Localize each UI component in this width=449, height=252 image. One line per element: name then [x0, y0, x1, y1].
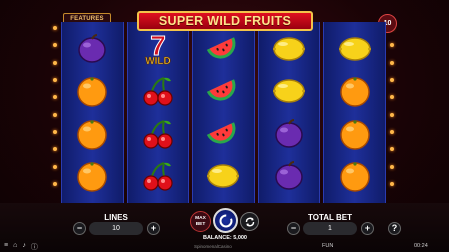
- cherries-icon: [138, 114, 178, 154]
- left-light-strip: [53, 26, 59, 186]
- game-title: SUPER WILD FRUITS: [137, 11, 313, 31]
- light-bulb: [390, 95, 394, 100]
- help-button[interactable]: ?: [388, 222, 401, 235]
- right-light-strip: [390, 26, 396, 186]
- info-icon[interactable]: ⓘ: [31, 242, 38, 252]
- plum-icon: [269, 114, 309, 154]
- spin-icon: [219, 214, 232, 227]
- light-bulb: [53, 60, 57, 65]
- orange-icon: [335, 156, 375, 196]
- cherries-icon: [138, 71, 178, 111]
- plum-icon: [269, 156, 309, 196]
- lines-decrease-button[interactable]: −: [73, 222, 86, 235]
- orange-icon: [72, 156, 112, 196]
- lines-increase-button[interactable]: +: [147, 222, 160, 235]
- light-bulb: [53, 112, 57, 117]
- footer-icons: ≡ ⌂ ♪ ⓘ: [4, 242, 38, 252]
- reel-3: [192, 22, 255, 203]
- light-bulb: [390, 112, 394, 117]
- clock-text: 00:24: [414, 243, 428, 249]
- plum-icon: [72, 29, 112, 69]
- light-bulb: [53, 147, 57, 152]
- reel-4: [257, 22, 321, 203]
- light-bulb: [390, 181, 394, 186]
- light-bulb: [390, 129, 394, 134]
- brand-text: SpinomenalCasino: [194, 244, 232, 249]
- lemon-icon: [335, 29, 375, 69]
- bet-decrease-button[interactable]: −: [287, 222, 300, 235]
- lemon-icon: [203, 156, 243, 196]
- seven-wild-icon: 7 WILD: [138, 29, 178, 69]
- light-bulb: [53, 26, 57, 30]
- light-bulb: [53, 95, 57, 100]
- light-bulb: [53, 77, 57, 82]
- autoplay-button[interactable]: [240, 212, 259, 231]
- light-bulb: [390, 164, 394, 169]
- orange-icon: [335, 114, 375, 154]
- reel-2: 7 WILD: [126, 22, 190, 203]
- sound-icon[interactable]: ♪: [22, 242, 26, 252]
- menu-icon[interactable]: ≡: [4, 242, 8, 252]
- light-bulb: [390, 147, 394, 152]
- spin-button[interactable]: [213, 208, 238, 233]
- light-bulb: [53, 164, 57, 169]
- reel-1: [61, 22, 124, 203]
- lines-label: LINES: [104, 213, 128, 222]
- lemon-icon: [269, 29, 309, 69]
- balance-text: BALANCE: 5,000: [202, 235, 247, 241]
- light-bulb: [390, 77, 394, 82]
- light-bulb: [390, 43, 394, 48]
- home-icon[interactable]: ⌂: [13, 242, 17, 252]
- total-bet-label: TOTAL BET: [308, 213, 352, 222]
- light-bulb: [53, 43, 57, 48]
- watermelon-icon: [203, 29, 243, 69]
- reel-5: [323, 22, 386, 203]
- orange-icon: [72, 114, 112, 154]
- wild-label: WILD: [145, 56, 171, 67]
- bet-increase-button[interactable]: +: [361, 222, 374, 235]
- orange-icon: [335, 71, 375, 111]
- light-bulb: [390, 60, 394, 65]
- light-bulb: [53, 129, 57, 134]
- orange-icon: [72, 71, 112, 111]
- mode-text: FUN: [322, 243, 334, 249]
- lemon-icon: [269, 71, 309, 111]
- max-bet-button[interactable]: MAX BET: [190, 211, 211, 232]
- watermelon-icon: [203, 71, 243, 111]
- light-bulb: [53, 181, 57, 186]
- cherries-icon: [138, 156, 178, 196]
- autoplay-icon: [245, 217, 254, 226]
- total-bet-value: 1: [303, 222, 357, 235]
- watermelon-icon: [203, 114, 243, 154]
- lines-value: 10: [89, 222, 143, 235]
- reel-grid: 7 WILD: [61, 22, 386, 203]
